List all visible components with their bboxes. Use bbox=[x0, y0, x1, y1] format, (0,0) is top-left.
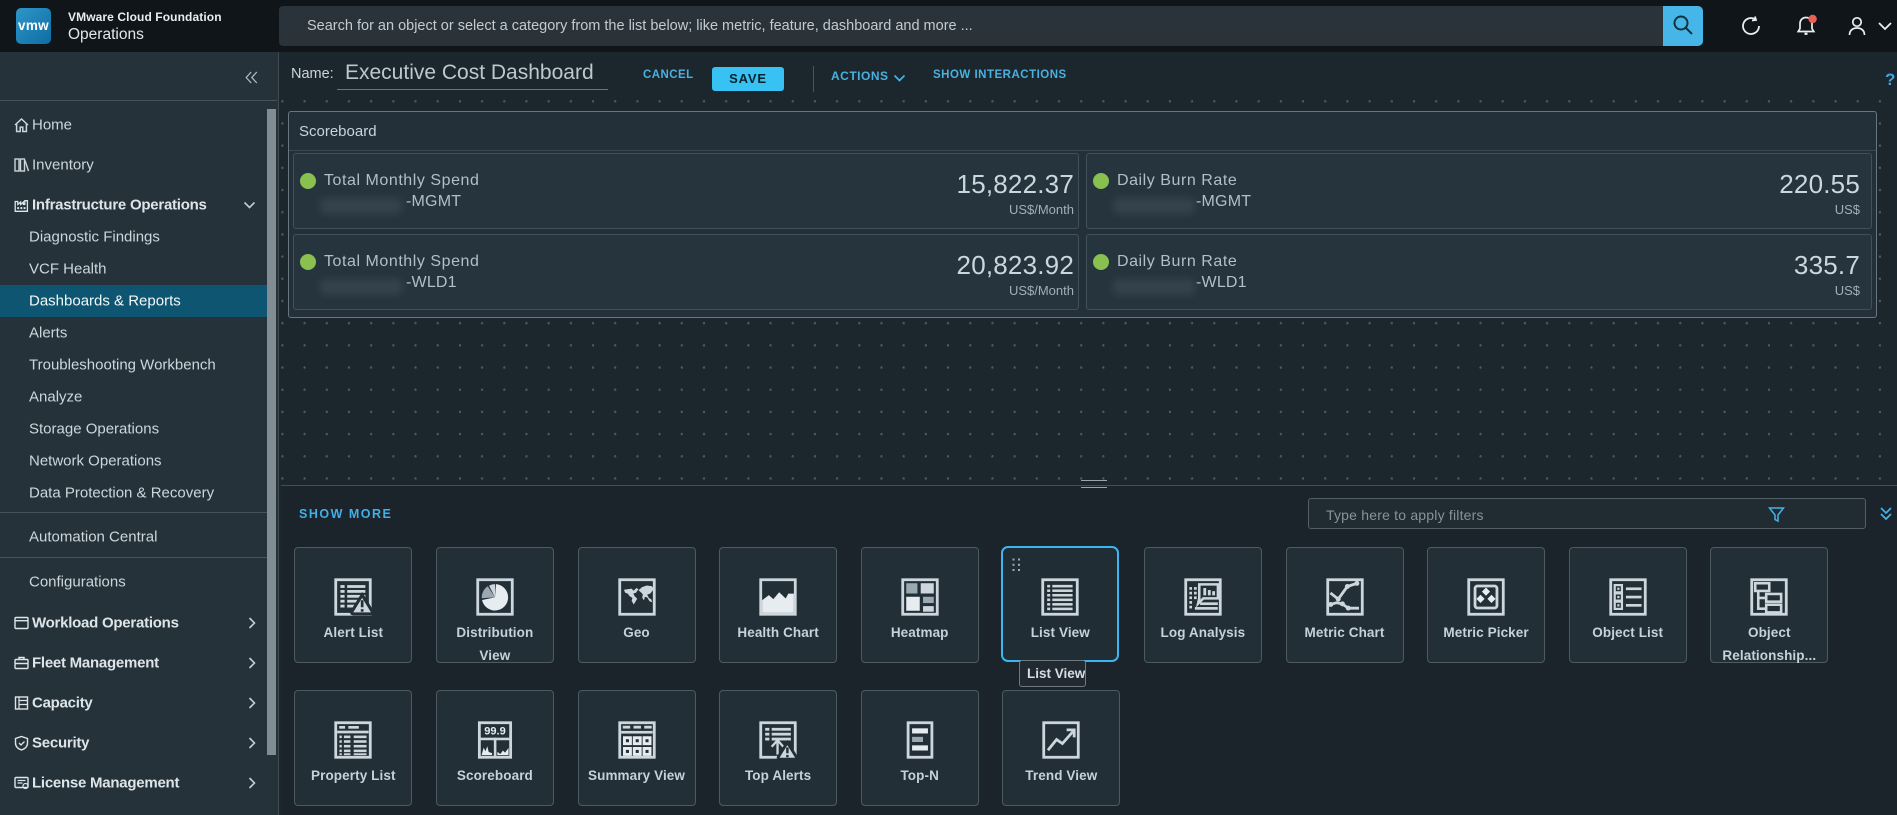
svg-text:99.9: 99.9 bbox=[484, 726, 506, 738]
